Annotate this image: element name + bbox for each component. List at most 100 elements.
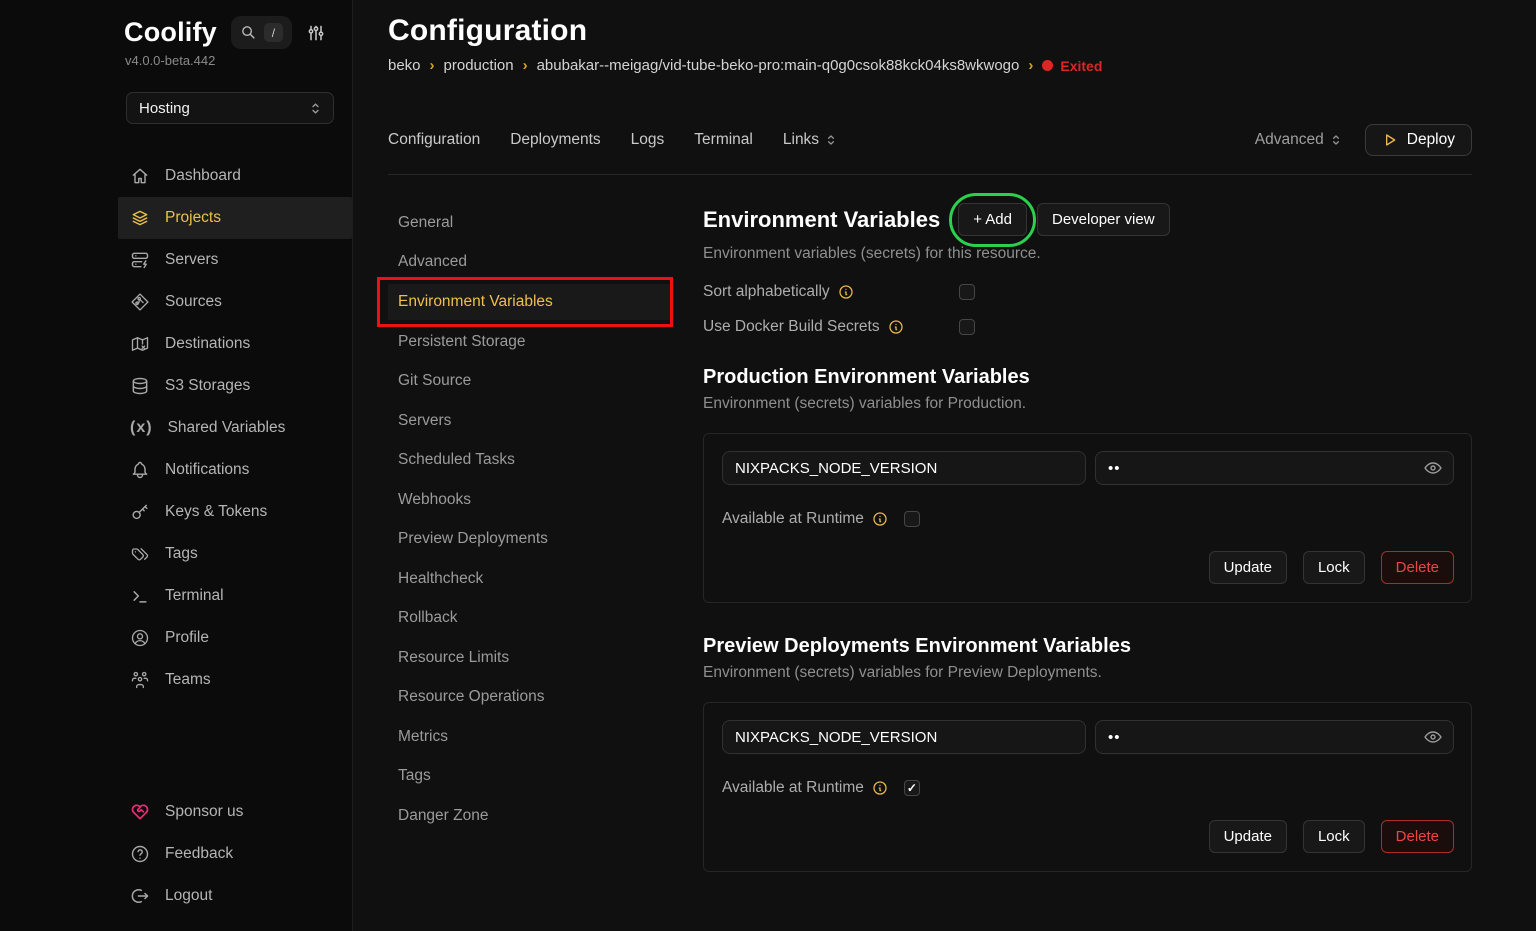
available-at-runtime-checkbox[interactable] [904,511,920,527]
sidebar-item-label: Sponsor us [165,803,243,821]
preview-section-description: Environment (secrets) variables for Prev… [703,664,1472,682]
database-icon [130,376,150,396]
eye-icon[interactable] [1423,458,1443,478]
developer-view-button[interactable]: Developer view [1037,203,1170,236]
tab-logs[interactable]: Logs [631,131,665,149]
deploy-button[interactable]: Deploy [1365,124,1472,156]
tab-deployments[interactable]: Deployments [510,131,600,149]
app-version: v4.0.0-beta.442 [125,53,352,68]
variable-icon: (x) [130,419,153,437]
settings-nav-preview-deployments[interactable]: Preview Deployments [388,520,672,560]
sidebar-item-dashboard[interactable]: Dashboard [118,155,352,197]
env-var-name-input[interactable] [722,720,1086,754]
settings-nav-tags[interactable]: Tags [388,757,672,797]
lock-button[interactable]: Lock [1303,820,1365,853]
section-heading: Environment Variables [703,207,940,233]
search-button[interactable]: / [231,16,292,49]
env-var-value-input[interactable] [1095,720,1454,754]
sidebar-item-label: Notifications [165,461,249,479]
update-button[interactable]: Update [1209,820,1287,853]
sidebar-item-logout[interactable]: Logout [118,875,352,917]
sidebar-item-label: Projects [165,209,221,227]
add-button[interactable]: + Add [958,203,1027,236]
git-source-icon [130,292,150,312]
settings-nav-git-source[interactable]: Git Source [388,362,672,402]
sidebar-item-label: Servers [165,251,218,269]
server-icon [130,250,150,270]
update-button[interactable]: Update [1209,551,1287,584]
status-text: Exited [1060,58,1102,74]
sort-alphabetically-checkbox[interactable] [959,284,975,300]
settings-nav-scheduled-tasks[interactable]: Scheduled Tasks [388,441,672,481]
sidebar-item-keys-tokens[interactable]: Keys & Tokens [118,491,352,533]
settings-nav-metrics[interactable]: Metrics [388,717,672,757]
sidebar-item-teams[interactable]: Teams [118,659,352,701]
sidebar-item-destinations[interactable]: Destinations [118,323,352,365]
sidebar-item-sources[interactable]: Sources [118,281,352,323]
sidebar-item-tags[interactable]: Tags [118,533,352,575]
env-var-name-input[interactable] [722,451,1086,485]
sidebar-item-notifications[interactable]: Notifications [118,449,352,491]
production-section-title: Production Environment Variables [703,366,1472,389]
sidebar-item-feedback[interactable]: Feedback [118,833,352,875]
sidebar-nav: Dashboard Projects Servers Sources Desti… [118,155,352,701]
bell-icon [130,460,150,480]
eye-icon[interactable] [1423,727,1443,747]
settings-nav-resource-operations[interactable]: Resource Operations [388,678,672,718]
tab-configuration[interactable]: Configuration [388,131,480,149]
breadcrumb-resource[interactable]: abubakar--meigag/vid-tube-beko-pro:main-… [537,57,1020,74]
settings-nav-servers[interactable]: Servers [388,401,672,441]
sidebar-item-terminal[interactable]: Terminal [118,575,352,617]
available-at-runtime-checkbox[interactable] [904,780,920,796]
delete-button[interactable]: Delete [1381,820,1454,853]
settings-nav-persistent-storage[interactable]: Persistent Storage [388,322,672,362]
settings-nav-healthcheck[interactable]: Healthcheck [388,559,672,599]
settings-nav-general[interactable]: General [388,203,672,243]
info-icon[interactable] [838,284,854,300]
breadcrumb-project[interactable]: beko [388,57,421,74]
breadcrumb-environment[interactable]: production [444,57,514,74]
lock-button[interactable]: Lock [1303,551,1365,584]
settings-nav-advanced[interactable]: Advanced [388,243,672,283]
sidebar-item-label: Feedback [165,845,233,863]
settings-nav-resource-limits[interactable]: Resource Limits [388,638,672,678]
advanced-dropdown-label: Advanced [1255,131,1324,149]
advanced-dropdown[interactable]: Advanced [1255,131,1343,149]
env-var-value-input[interactable] [1095,451,1454,485]
info-icon[interactable] [888,319,904,335]
sidebar-item-label: Keys & Tokens [165,503,267,521]
available-at-runtime-label: Available at Runtime [722,510,864,528]
sidebar-item-s3-storages[interactable]: S3 Storages [118,365,352,407]
available-at-runtime-row: Available at Runtime [722,779,1454,797]
sidebar-item-servers[interactable]: Servers [118,239,352,281]
sidebar-item-profile[interactable]: Profile [118,617,352,659]
sidebar: Coolify / v4.0.0-beta.442 Hosting Dashbo… [0,0,353,931]
tab-links[interactable]: Links [783,131,838,149]
chevron-right-icon: › [523,57,528,74]
user-circle-icon [130,628,150,648]
page-title: Configuration [388,14,1472,48]
selector-icon [824,133,838,147]
delete-button[interactable]: Delete [1381,551,1454,584]
team-selector[interactable]: Hosting [126,92,334,124]
settings-nav-webhooks[interactable]: Webhooks [388,480,672,520]
docker-build-secrets-row: Use Docker Build Secrets [703,318,975,336]
sidebar-item-projects[interactable]: Projects [118,197,352,239]
settings-sliders-icon[interactable] [306,23,326,43]
settings-nav-environment-variables[interactable]: Environment Variables [388,284,672,320]
sidebar-item-sponsor-us[interactable]: Sponsor us [118,791,352,833]
users-group-icon [130,670,150,690]
sidebar-item-shared-variables[interactable]: (x) Shared Variables [118,407,352,449]
sidebar-item-label: Profile [165,629,209,647]
settings-nav-danger-zone[interactable]: Danger Zone [388,796,672,836]
docker-build-secrets-checkbox[interactable] [959,319,975,335]
status-badge: Exited [1042,58,1102,74]
tab-links-label: Links [783,131,819,149]
info-icon[interactable] [872,780,888,796]
sidebar-item-label: Shared Variables [168,419,286,437]
info-icon[interactable] [872,511,888,527]
deploy-button-label: Deploy [1407,131,1455,149]
settings-nav-rollback[interactable]: Rollback [388,599,672,639]
tab-terminal[interactable]: Terminal [694,131,753,149]
sidebar-item-label: Teams [165,671,211,689]
